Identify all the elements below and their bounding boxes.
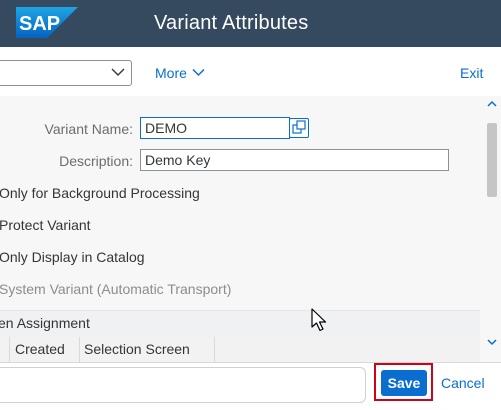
scroll-down-icon[interactable] [487, 338, 497, 346]
description-label: Description: [59, 153, 133, 169]
value-help-button[interactable] [289, 118, 309, 138]
value-help-icon [292, 120, 306, 134]
column-divider [79, 337, 80, 362]
variant-dropdown[interactable] [0, 60, 132, 86]
option-background-processing[interactable]: Only for Background Processing [0, 185, 200, 201]
option-display-in-catalog[interactable]: Only Display in Catalog [0, 249, 145, 265]
column-divider [214, 337, 215, 362]
mouse-pointer-icon [311, 308, 327, 332]
toolbar: More Exit [0, 47, 501, 97]
column-divider [9, 337, 10, 362]
chevron-down-icon [192, 68, 205, 77]
option-system-variant: System Variant (Automatic Transport) [0, 281, 232, 297]
dialog-title: Variant Attributes [154, 12, 309, 34]
svg-text:SAP: SAP [19, 13, 60, 35]
scrollbar-thumb[interactable] [487, 123, 497, 197]
option-protect-variant[interactable]: Protect Variant [0, 217, 91, 233]
chevron-down-icon [111, 68, 125, 76]
more-label: More [155, 65, 187, 81]
save-button[interactable]: Save [381, 370, 427, 396]
variant-name-label: Variant Name: [44, 121, 133, 137]
description-field[interactable]: Demo Key [140, 149, 449, 171]
shell-header: SAP Variant Attributes [0, 0, 501, 47]
more-menu-button[interactable]: More [155, 65, 205, 81]
screen-assignment-header: en Assignment [0, 310, 480, 338]
table-column-headers: Created Selection Screen [0, 337, 480, 362]
exit-button[interactable]: Exit [460, 65, 483, 81]
cancel-button[interactable]: Cancel [441, 375, 485, 391]
sap-logo: SAP [16, 7, 78, 38]
variant-name-field[interactable]: DEMO [140, 117, 290, 139]
vertical-scrollbar[interactable] [483, 96, 501, 362]
scroll-up-icon[interactable] [487, 100, 497, 108]
command-field[interactable] [0, 367, 366, 403]
column-header-selection-screen[interactable]: Selection Screen [84, 341, 190, 357]
screen-assignment-title: en Assignment [0, 315, 90, 331]
column-header-created[interactable]: Created [15, 341, 65, 357]
